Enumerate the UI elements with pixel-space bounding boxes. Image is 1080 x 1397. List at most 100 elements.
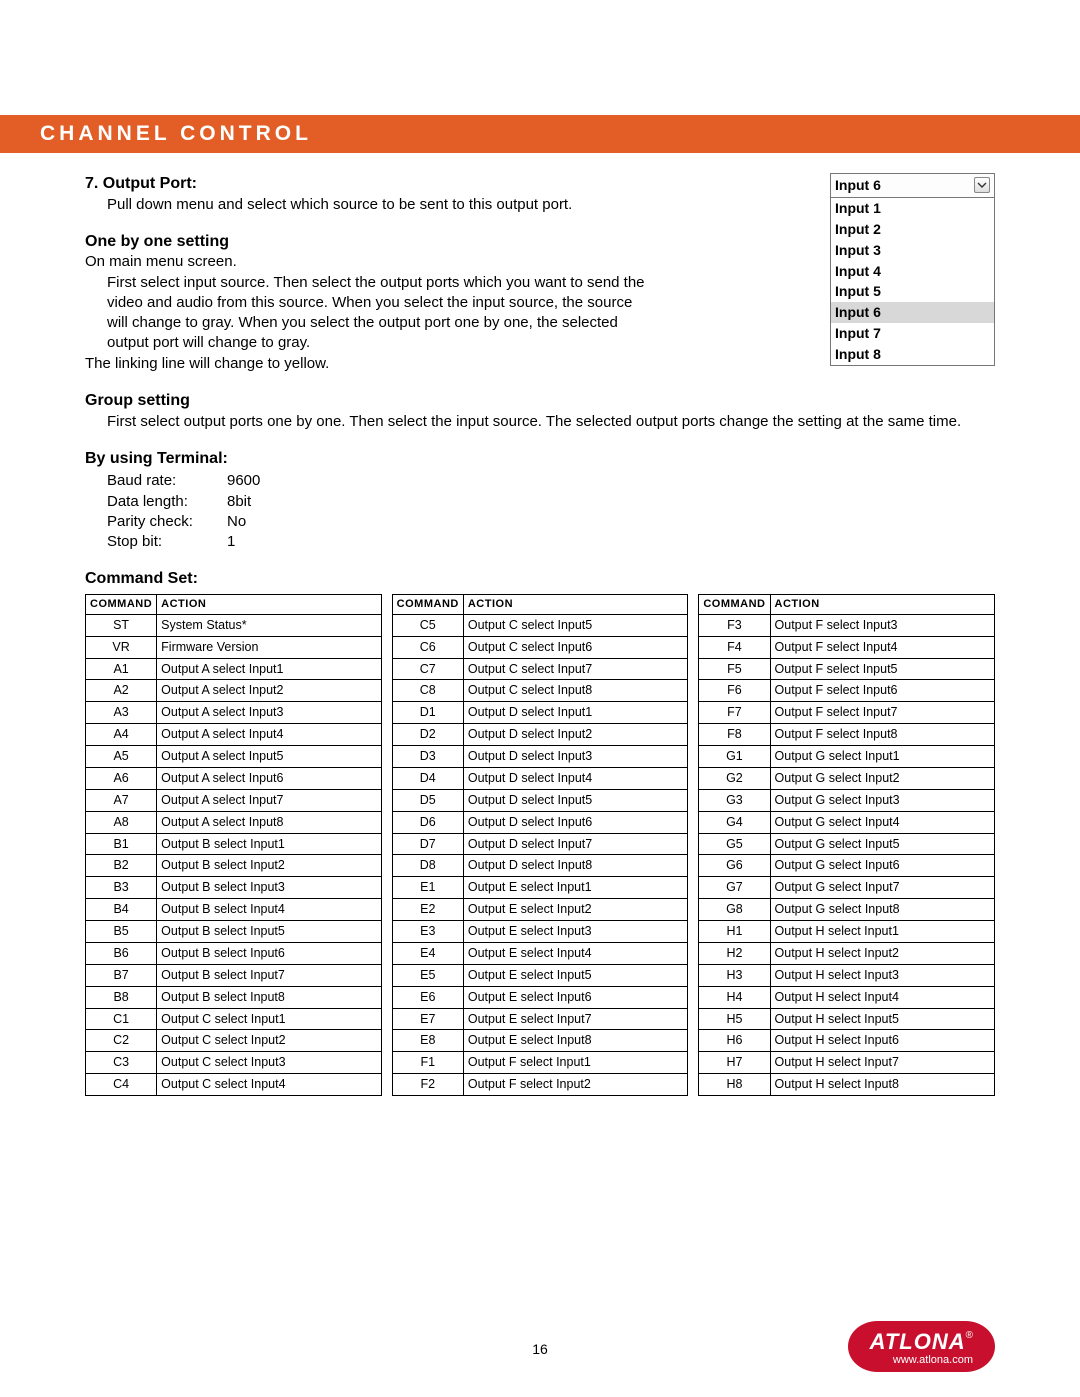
dropdown-option[interactable]: Input 2 — [831, 219, 994, 240]
command-cell: B1 — [86, 833, 157, 855]
action-cell: Firmware Version — [157, 636, 382, 658]
command-cell: F5 — [699, 658, 770, 680]
terminal-settings: Baud rate:9600Data length:8bitParity che… — [107, 471, 995, 552]
table-row: A7Output A select Input7 — [86, 789, 382, 811]
terminal-key: Baud rate: — [107, 471, 227, 491]
action-cell: Output F select Input6 — [770, 680, 995, 702]
command-cell: B6 — [86, 942, 157, 964]
table-row: H7Output H select Input7 — [699, 1052, 995, 1074]
action-cell: Output A select Input7 — [157, 789, 382, 811]
command-cell: A3 — [86, 702, 157, 724]
action-cell: Output G select Input2 — [770, 767, 995, 789]
action-cell: Output C select Input4 — [157, 1074, 382, 1096]
command-cell: H1 — [699, 921, 770, 943]
command-cell: F8 — [699, 724, 770, 746]
action-cell: Output E select Input3 — [463, 921, 688, 943]
table-row: B8Output B select Input8 — [86, 986, 382, 1008]
command-cell: F2 — [392, 1074, 463, 1096]
command-cell: F4 — [699, 636, 770, 658]
table-row: C7Output C select Input7 — [392, 658, 688, 680]
command-cell: C8 — [392, 680, 463, 702]
table-row: A5Output A select Input5 — [86, 746, 382, 768]
command-cell: A2 — [86, 680, 157, 702]
command-cell: C4 — [86, 1074, 157, 1096]
command-cell: B7 — [86, 964, 157, 986]
action-cell: Output A select Input2 — [157, 680, 382, 702]
terminal-value: No — [227, 512, 246, 532]
action-cell: Output E select Input2 — [463, 899, 688, 921]
command-cell: D8 — [392, 855, 463, 877]
command-cell: G1 — [699, 746, 770, 768]
command-cell: B5 — [86, 921, 157, 943]
dropdown-option[interactable]: Input 4 — [831, 261, 994, 282]
command-column: COMMANDACTIONSTSystem Status*VRFirmware … — [85, 594, 382, 1096]
command-cell: E3 — [392, 921, 463, 943]
table-row: H6Output H select Input6 — [699, 1030, 995, 1052]
table-row: C2Output C select Input2 — [86, 1030, 382, 1052]
brand-url: www.atlona.com — [870, 1355, 973, 1366]
terminal-row: Baud rate:9600 — [107, 471, 995, 491]
table-row: G5Output G select Input5 — [699, 833, 995, 855]
table-row: D6Output D select Input6 — [392, 811, 688, 833]
command-cell: C6 — [392, 636, 463, 658]
group-setting-heading: Group setting — [85, 390, 995, 412]
action-cell: Output B select Input1 — [157, 833, 382, 855]
terminal-key: Data length: — [107, 492, 227, 512]
action-cell: Output F select Input4 — [770, 636, 995, 658]
command-cell: F3 — [699, 614, 770, 636]
table-row: D8Output D select Input8 — [392, 855, 688, 877]
action-cell: Output E select Input8 — [463, 1030, 688, 1052]
table-row: A6Output A select Input6 — [86, 767, 382, 789]
action-cell: Output E select Input5 — [463, 964, 688, 986]
command-cell: E4 — [392, 942, 463, 964]
command-cell: D4 — [392, 767, 463, 789]
action-cell: Output C select Input5 — [463, 614, 688, 636]
input-dropdown[interactable]: Input 6 Input 1Input 2Input 3Input 4Inpu… — [830, 173, 995, 366]
command-cell: E6 — [392, 986, 463, 1008]
table-row: C6Output C select Input6 — [392, 636, 688, 658]
command-cell: D6 — [392, 811, 463, 833]
table-row: E1Output E select Input1 — [392, 877, 688, 899]
dropdown-selected[interactable]: Input 6 — [831, 174, 994, 198]
dropdown-option[interactable]: Input 7 — [831, 323, 994, 344]
command-cell: B8 — [86, 986, 157, 1008]
command-cell: C5 — [392, 614, 463, 636]
dropdown-option[interactable]: Input 3 — [831, 240, 994, 261]
action-cell: Output B select Input4 — [157, 899, 382, 921]
table-row: E6Output E select Input6 — [392, 986, 688, 1008]
dropdown-option[interactable]: Input 1 — [831, 198, 994, 219]
chevron-down-icon[interactable] — [974, 177, 990, 193]
table-row: B1Output B select Input1 — [86, 833, 382, 855]
section-header: CHANNEL CONTROL — [0, 115, 1080, 153]
command-cell: A4 — [86, 724, 157, 746]
table-row: E3Output E select Input3 — [392, 921, 688, 943]
command-cell: A6 — [86, 767, 157, 789]
dropdown-option[interactable]: Input 5 — [831, 281, 994, 302]
action-cell: Output B select Input2 — [157, 855, 382, 877]
command-cell: B2 — [86, 855, 157, 877]
action-cell: Output D select Input4 — [463, 767, 688, 789]
table-row: H8Output H select Input8 — [699, 1074, 995, 1096]
table-row: G3Output G select Input3 — [699, 789, 995, 811]
action-cell: Output A select Input1 — [157, 658, 382, 680]
action-cell: Output F select Input5 — [770, 658, 995, 680]
action-cell: Output H select Input5 — [770, 1008, 995, 1030]
dropdown-option[interactable]: Input 6 — [831, 302, 994, 323]
command-cell: G6 — [699, 855, 770, 877]
table-row: G1Output G select Input1 — [699, 746, 995, 768]
command-cell: ST — [86, 614, 157, 636]
action-cell: Output E select Input6 — [463, 986, 688, 1008]
action-cell: Output D select Input1 — [463, 702, 688, 724]
table-row: B5Output B select Input5 — [86, 921, 382, 943]
command-cell: C3 — [86, 1052, 157, 1074]
dropdown-option[interactable]: Input 8 — [831, 344, 994, 365]
table-row: D4Output D select Input4 — [392, 767, 688, 789]
command-cell: H7 — [699, 1052, 770, 1074]
action-cell: Output F select Input2 — [463, 1074, 688, 1096]
command-cell: F7 — [699, 702, 770, 724]
action-cell: Output B select Input8 — [157, 986, 382, 1008]
action-cell: Output A select Input4 — [157, 724, 382, 746]
action-cell: Output G select Input8 — [770, 899, 995, 921]
table-row: E5Output E select Input5 — [392, 964, 688, 986]
command-cell: E1 — [392, 877, 463, 899]
